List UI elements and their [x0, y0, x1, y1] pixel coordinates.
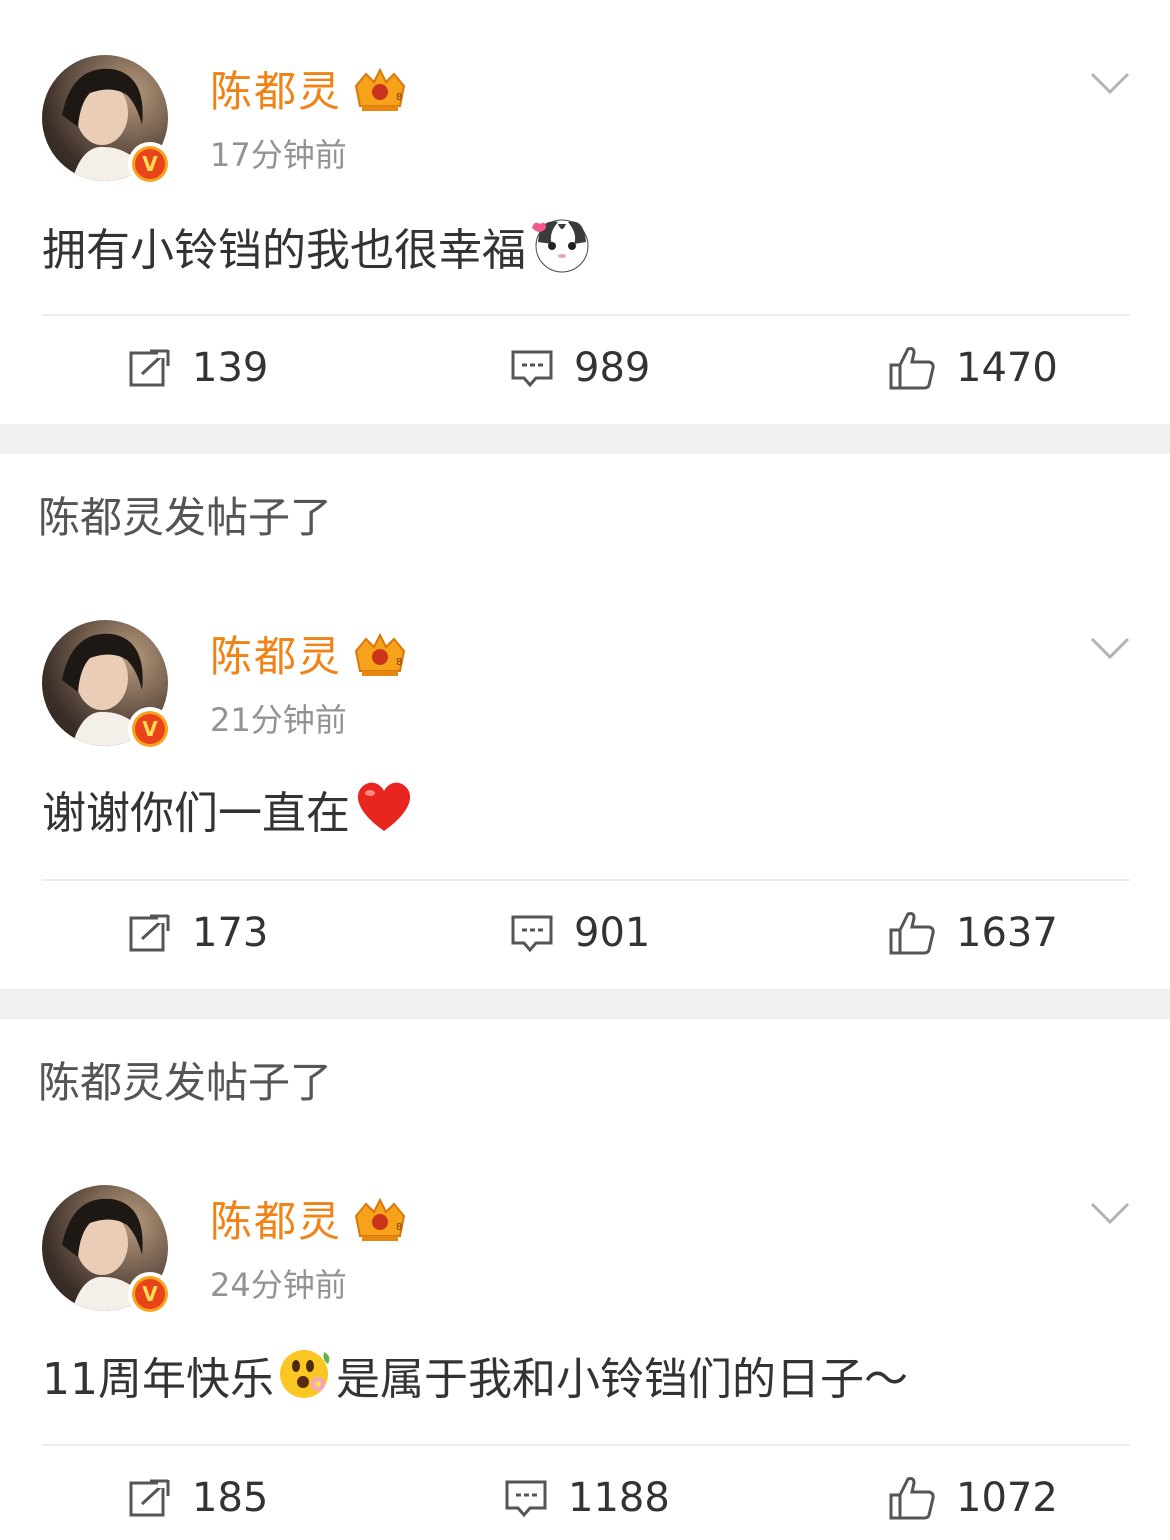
repost-button[interactable]: 173 — [128, 905, 268, 961]
verified-badge-icon: V — [128, 707, 172, 751]
thumbs-up-icon — [889, 347, 935, 390]
post-time: 21分钟前 — [210, 701, 347, 739]
post-content: 11周年快乐 是属于我和小铃铛们的日子～ — [42, 1344, 908, 1420]
post-notice[interactable]: 陈都灵发帖子了 — [0, 1019, 1170, 1141]
username[interactable]: 陈都灵 — [210, 1192, 342, 1252]
notice-text: 陈都灵发帖子了 — [38, 1058, 333, 1107]
crown-icon: 8 — [354, 632, 406, 676]
flower-face-emoji-icon — [276, 1344, 336, 1420]
comment-count: 901 — [574, 910, 651, 956]
post-text: 拥有小铃铛的我也很幸福 — [42, 225, 526, 276]
post-text-after: 是属于我和小铃铛们的日子～ — [336, 1354, 908, 1405]
thumbs-up-icon — [889, 912, 935, 955]
comment-count: 989 — [574, 345, 651, 391]
comment-icon — [511, 915, 553, 953]
verified-badge-icon: V — [128, 142, 172, 186]
repost-count: 173 — [192, 910, 269, 956]
cat-emoji-icon — [528, 214, 592, 292]
like-button[interactable]: 1470 — [888, 340, 1058, 396]
heart-emoji-icon — [352, 779, 416, 853]
svg-text:8: 8 — [396, 92, 402, 103]
weibo-feed: V 陈都灵 8 17分钟前 拥有小铃铛的我也很幸福 139 989 1470 陈… — [0, 0, 1170, 1540]
repost-icon — [129, 913, 172, 952]
comment-button[interactable]: 989 — [510, 340, 650, 396]
comment-icon — [505, 1480, 547, 1518]
post-card[interactable]: V 陈都灵 8 24分钟前 11周年快乐 是属于我和小铃铛们的日子～ 185 11… — [0, 1130, 1170, 1540]
thumbs-up-icon — [889, 1477, 935, 1520]
post-card[interactable]: V 陈都灵 8 17分钟前 拥有小铃铛的我也很幸福 139 989 1470 — [0, 0, 1170, 430]
comment-button[interactable]: 901 — [510, 905, 650, 961]
post-separator — [0, 424, 1170, 454]
svg-text:8: 8 — [396, 657, 402, 668]
crown-icon: 8 — [354, 67, 406, 111]
chevron-down-icon[interactable] — [1090, 635, 1130, 661]
like-count: 1072 — [956, 1475, 1058, 1521]
notice-text: 陈都灵发帖子了 — [38, 493, 333, 542]
chevron-down-icon[interactable] — [1090, 70, 1130, 96]
comment-count: 1188 — [568, 1475, 670, 1521]
repost-icon — [129, 1478, 172, 1517]
comment-icon — [511, 350, 553, 388]
repost-icon — [129, 348, 172, 387]
repost-count: 139 — [192, 345, 269, 391]
post-content: 拥有小铃铛的我也很幸福 — [42, 214, 592, 292]
like-button[interactable]: 1637 — [888, 905, 1058, 961]
verified-badge-icon: V — [128, 1272, 172, 1316]
post-text-before: 11周年快乐 — [42, 1354, 274, 1405]
like-count: 1470 — [956, 345, 1058, 391]
post-notice[interactable]: 陈都灵发帖子了 — [0, 454, 1170, 576]
crown-icon: 8 — [354, 1197, 406, 1241]
svg-text:8: 8 — [396, 1222, 402, 1233]
chevron-down-icon[interactable] — [1090, 1200, 1130, 1226]
username[interactable]: 陈都灵 — [210, 627, 342, 687]
like-button[interactable]: 1072 — [888, 1470, 1058, 1526]
action-divider — [42, 314, 1130, 316]
post-text: 谢谢你们一直在 — [42, 788, 350, 839]
repost-button[interactable]: 139 — [128, 340, 268, 396]
action-divider — [42, 1444, 1130, 1446]
action-divider — [42, 879, 1130, 881]
repost-button[interactable]: 185 — [128, 1470, 268, 1526]
post-separator — [0, 989, 1170, 1019]
post-content: 谢谢你们一直在 — [42, 779, 416, 853]
post-time: 24分钟前 — [210, 1266, 347, 1304]
repost-count: 185 — [192, 1475, 269, 1521]
post-card[interactable]: V 陈都灵 8 21分钟前 谢谢你们一直在 173 901 1637 — [0, 565, 1170, 995]
username[interactable]: 陈都灵 — [210, 62, 342, 122]
comment-button[interactable]: 1188 — [504, 1470, 670, 1526]
like-count: 1637 — [956, 910, 1058, 956]
post-time: 17分钟前 — [210, 136, 347, 174]
